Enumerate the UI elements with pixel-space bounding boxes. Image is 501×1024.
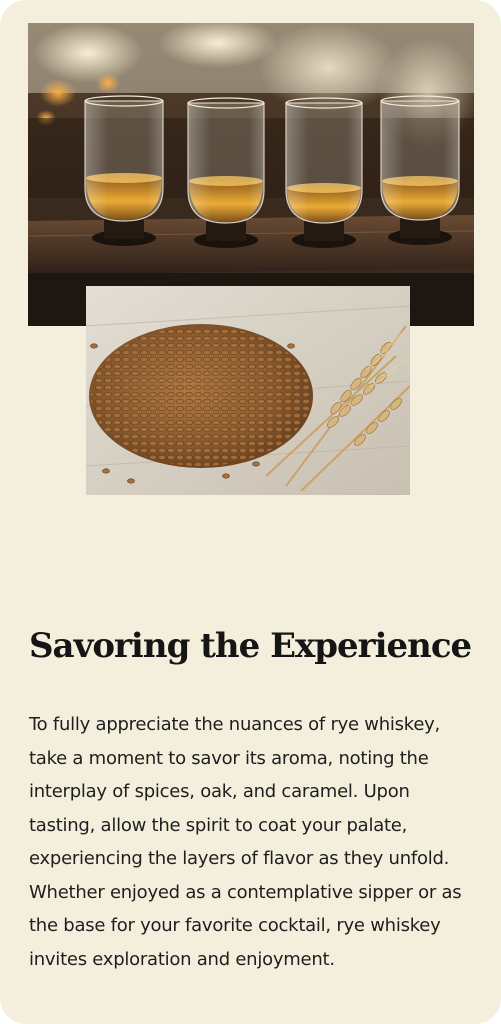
whiskey-flight-icon [28, 23, 474, 326]
content-card: Savoring the Experience To fully appreci… [0, 0, 501, 1024]
rye-grain-icon [86, 286, 410, 495]
whiskey-flight-image [28, 23, 474, 326]
section-heading: Savoring the Experience [29, 626, 472, 666]
rye-grain-image [86, 286, 410, 495]
section-body-text: To fully appreciate the nuances of rye w… [29, 714, 462, 970]
